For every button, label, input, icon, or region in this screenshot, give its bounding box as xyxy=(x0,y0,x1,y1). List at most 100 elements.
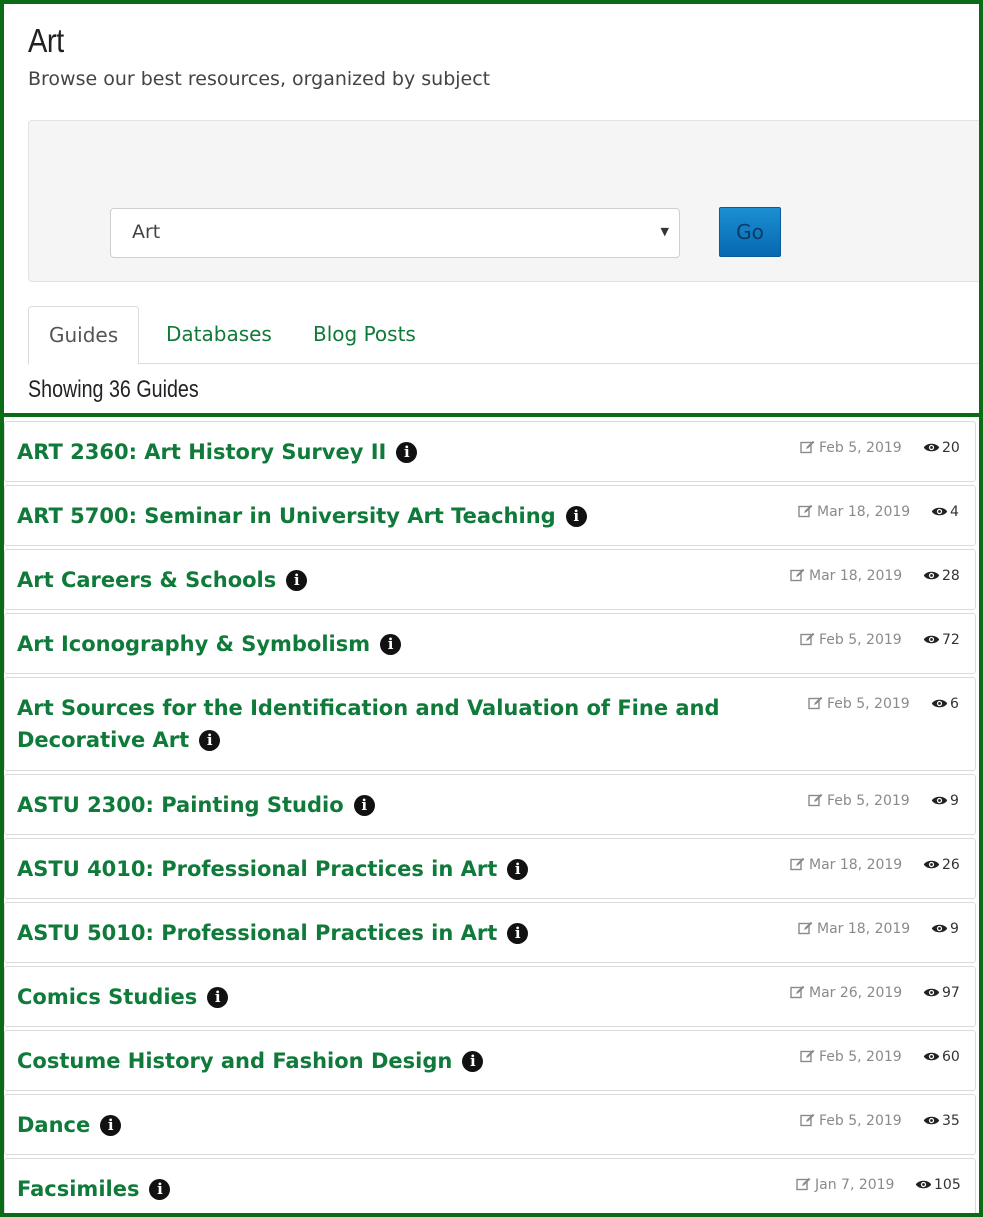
guide-title-text: Costume History and Fashion Design xyxy=(17,1049,453,1073)
guide-view-count: 35 xyxy=(942,1113,960,1129)
page-subtitle: Browse our best resources, organized by … xyxy=(28,68,491,90)
info-circle-icon[interactable]: i xyxy=(199,730,221,751)
guide-row: Comics Studies i Mar 26, 2019 97 xyxy=(4,966,976,1027)
guide-title-link[interactable]: ART 5700: Seminar in University Art Teac… xyxy=(17,500,807,532)
guide-views: 105 xyxy=(915,1177,961,1194)
go-button[interactable]: Go xyxy=(719,207,781,257)
info-circle-icon[interactable]: i xyxy=(507,859,529,880)
guide-title-link[interactable]: Art Sources for the Identification and V… xyxy=(17,692,807,756)
guide-row: ASTU 5010: Professional Practices in Art… xyxy=(4,902,976,963)
info-circle-icon[interactable]: i xyxy=(149,1179,171,1200)
info-circle-icon[interactable]: i xyxy=(396,442,418,463)
guide-updated: Mar 26, 2019 xyxy=(790,985,902,1003)
edit-icon xyxy=(790,568,805,586)
guide-row: Art Iconography & Symbolism i Feb 5, 2019 7… xyxy=(4,613,976,674)
edit-icon xyxy=(798,504,813,522)
eye-icon xyxy=(931,505,948,521)
info-circle-icon[interactable]: i xyxy=(507,923,529,944)
guide-updated-date: Feb 5, 2019 xyxy=(827,696,910,712)
guide-view-count: 4 xyxy=(950,504,959,520)
guide-updated-date: Mar 18, 2019 xyxy=(809,857,903,873)
guide-views: 4 xyxy=(931,504,959,521)
guide-updated-date: Feb 5, 2019 xyxy=(819,1049,902,1065)
guide-updated: Mar 18, 2019 xyxy=(790,568,902,586)
guide-views: 72 xyxy=(923,632,960,649)
guide-row: ASTU 2300: Painting Studio i Feb 5, 2019 9 xyxy=(4,774,976,835)
resource-tabs: Guides Databases Blog Posts xyxy=(28,306,979,365)
guide-row: ART 5700: Seminar in University Art Teac… xyxy=(4,485,976,546)
guide-list-panel: ART 2360: Art History Survey II i Feb 5, 2… xyxy=(0,413,983,1217)
guide-updated: Mar 18, 2019 xyxy=(798,921,910,939)
guide-updated: Mar 18, 2019 xyxy=(798,504,910,522)
tab-databases[interactable]: Databases xyxy=(146,306,292,364)
guide-title-link[interactable]: Facsimiles i xyxy=(17,1173,807,1205)
guide-title-text: Comics Studies xyxy=(17,985,198,1009)
guide-updated-date: Mar 18, 2019 xyxy=(817,504,911,520)
eye-icon xyxy=(923,1050,940,1066)
guide-updated: Feb 5, 2019 xyxy=(808,696,910,714)
guide-title-link[interactable]: Dance i xyxy=(17,1109,807,1141)
guide-updated-date: Feb 5, 2019 xyxy=(819,632,902,648)
guide-title-link[interactable]: ASTU 2300: Painting Studio i xyxy=(17,789,807,821)
eye-icon xyxy=(931,922,948,938)
guide-view-count: 97 xyxy=(942,985,960,1001)
info-circle-icon[interactable]: i xyxy=(565,506,587,527)
guide-view-count: 26 xyxy=(942,857,960,873)
results-count: Showing 36 Guides xyxy=(28,376,199,403)
guide-title-link[interactable]: ASTU 5010: Professional Practices in Art… xyxy=(17,917,807,949)
guide-row: Facsimiles i Jan 7, 2019 105 xyxy=(4,1158,976,1213)
eye-icon xyxy=(923,858,940,874)
guide-title-link[interactable]: Art Iconography & Symbolism i xyxy=(17,628,807,660)
guide-title-text: Dance xyxy=(17,1113,91,1137)
guide-row: Art Careers & Schools i Mar 18, 2019 28 xyxy=(4,549,976,610)
guide-updated: Feb 5, 2019 xyxy=(808,793,910,811)
tab-guides[interactable]: Guides xyxy=(28,306,140,365)
edit-icon xyxy=(790,857,805,875)
guide-row: Art Sources for the Identification and V… xyxy=(4,677,976,771)
info-circle-icon[interactable]: i xyxy=(100,1115,122,1136)
guide-title-text: ART 2360: Art History Survey II xyxy=(17,440,387,464)
guide-title-text: ASTU 4010: Professional Practices in Art xyxy=(17,857,498,881)
guide-view-count: 72 xyxy=(942,632,960,648)
eye-icon xyxy=(915,1178,932,1194)
guide-title-link[interactable]: ART 2360: Art History Survey II i xyxy=(17,436,807,468)
guide-title-text: ART 5700: Seminar in University Art Teac… xyxy=(17,504,556,528)
guide-title-link[interactable]: ASTU 4010: Professional Practices in Art… xyxy=(17,853,807,885)
info-circle-icon[interactable]: i xyxy=(353,795,375,816)
edit-icon xyxy=(800,1113,815,1131)
guide-updated-date: Feb 5, 2019 xyxy=(827,793,910,809)
edit-icon xyxy=(800,1049,815,1067)
eye-icon xyxy=(923,986,940,1002)
edit-icon xyxy=(798,921,813,939)
guide-view-count: 20 xyxy=(942,440,960,456)
guide-updated-date: Feb 5, 2019 xyxy=(819,440,902,456)
eye-icon xyxy=(923,441,940,457)
guide-view-count: 105 xyxy=(934,1177,961,1193)
eye-icon xyxy=(923,569,940,585)
guide-updated-date: Jan 7, 2019 xyxy=(815,1177,895,1193)
subject-filter-panel: Art ▼ Go xyxy=(28,120,979,282)
guide-views: 60 xyxy=(923,1049,960,1066)
info-circle-icon[interactable]: i xyxy=(380,634,402,655)
edit-icon xyxy=(790,985,805,1003)
guide-views: 35 xyxy=(923,1113,960,1130)
subject-browser-panel: Art Browse our best resources, organized… xyxy=(0,0,983,416)
guide-title-text: ASTU 5010: Professional Practices in Art xyxy=(17,921,498,945)
eye-icon xyxy=(931,697,948,713)
info-circle-icon[interactable]: i xyxy=(207,987,229,1008)
info-circle-icon[interactable]: i xyxy=(286,570,308,591)
guide-title-link[interactable]: Art Careers & Schools i xyxy=(17,564,807,596)
guide-title-text: ASTU 2300: Painting Studio xyxy=(17,793,344,817)
edit-icon xyxy=(800,440,815,458)
edit-icon xyxy=(808,793,823,811)
guide-title-link[interactable]: Comics Studies i xyxy=(17,981,807,1013)
guide-updated: Jan 7, 2019 xyxy=(796,1177,894,1195)
guide-views: 9 xyxy=(931,921,959,938)
eye-icon xyxy=(923,1114,940,1130)
eye-icon xyxy=(931,794,948,810)
info-circle-icon[interactable]: i xyxy=(462,1051,484,1072)
tab-blog-posts[interactable]: Blog Posts xyxy=(293,306,436,364)
subject-select[interactable]: Art ▼ xyxy=(110,208,680,258)
guide-title-link[interactable]: Costume History and Fashion Design i xyxy=(17,1045,807,1077)
eye-icon xyxy=(923,633,940,649)
